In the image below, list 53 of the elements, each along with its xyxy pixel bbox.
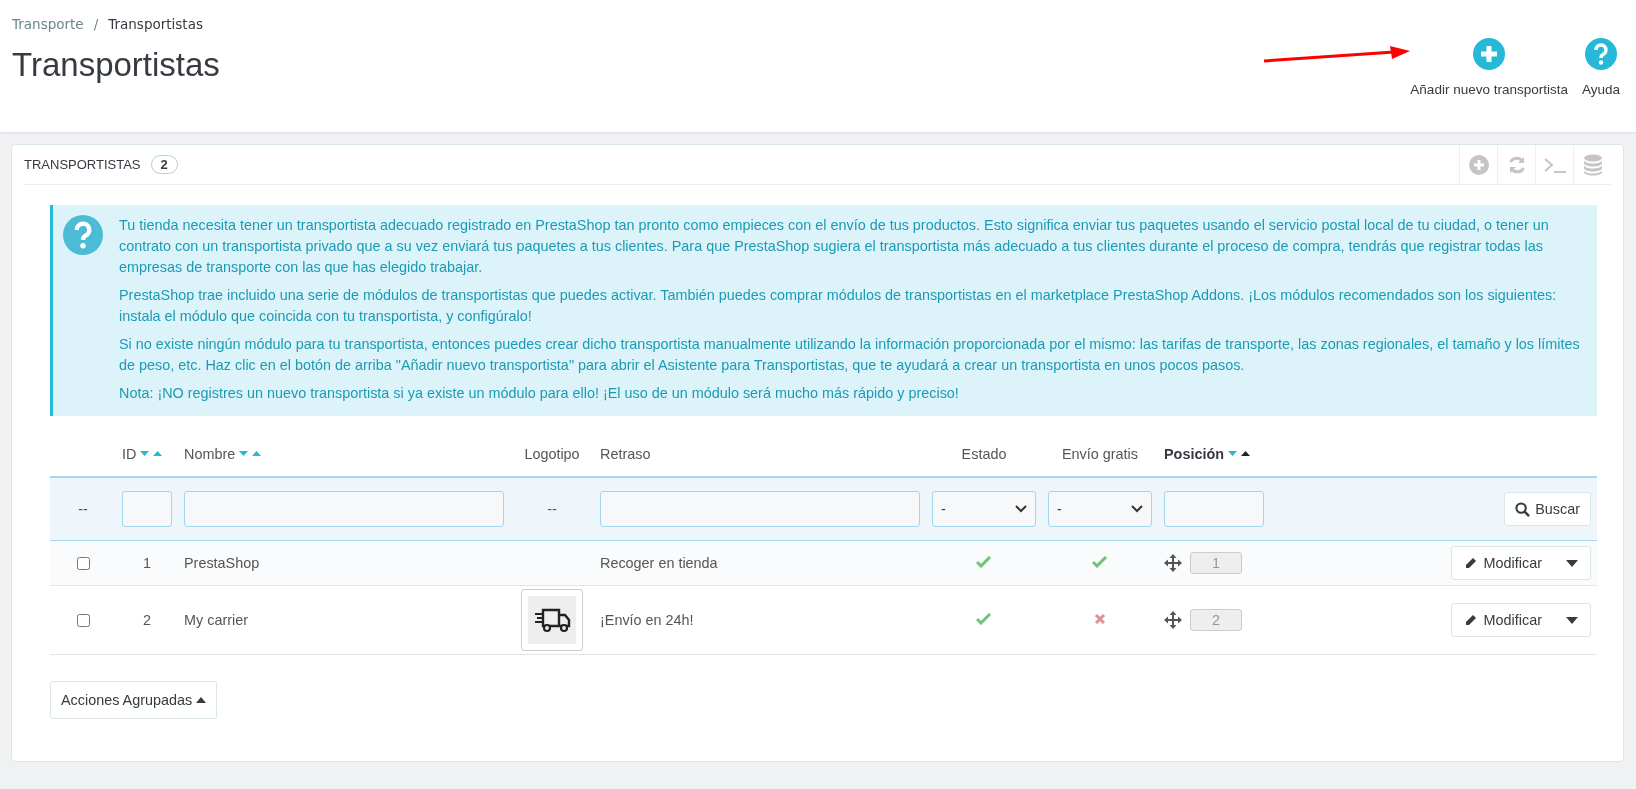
pencil-icon [1463,613,1478,627]
column-header: Estado [961,446,1007,462]
column-header: Retraso [600,446,651,462]
plus-icon [1473,38,1506,70]
pencil-icon [1463,556,1478,570]
empty-filter: -- [78,501,88,517]
filter-field[interactable] [1164,491,1264,527]
search-icon [1515,501,1531,517]
info-paragraph: Tu tienda necesita tener un transportista adecuado registrado en PrestaShop tan pronto como empieces con el envío de tus productos. Esto significa enviar tus paquetes usando el servicio postal local de tu ciudad, o tener un contrato con un transportista privado que a su vez enviará tus paquetes a tus clientes. Para que PrestaShop sugiera el transportista más adecuado a tus clientes durante el proceso de compra, tendrás que registrar todas las empresas de transporte con las que has elegido trabajar. [119,216,1550,277]
delay-cell: Recoger en tienda [600,555,718,571]
breadcrumb-link[interactable]: Transporte [12,16,84,32]
column-header: Envío gratis [1062,446,1138,462]
filter-field[interactable] [600,491,920,527]
modify-button[interactable]: Modificar [1450,603,1591,637]
column-header[interactable]: Nombre [184,446,236,462]
position-badge: 1 [1190,551,1242,574]
page-title: Transportistas [12,46,220,84]
info-paragraph: PrestaShop trae incluido una serie de módulos de transportistas que puedes activar. También puedes comprar módulos de transportistas en el marketplace PrestaShop Addons. ¡Los módulos recomendados son los siguientes: instala el módulo que coincida con tu transportista, y configúralo! [119,286,1558,326]
panel-title: TRANSPORTISTAS [24,157,141,172]
info-paragraph: Si no existe ningún módulo para tu transportista, entonces puedes crear dicho transportista manualmente utilizando la información proporcionada por el mismo: las tarifas de transporte, las zonas regionales, el tamaño y los límites de peso, etc. Haz clic en el botón de arriba "Añadir nuevo transportista" para abrir el Asistente para Transportistas, que te ayudará a crear un transportista en unos pocos pasos. [119,335,1581,375]
modify-button[interactable]: Modificar [1450,546,1591,580]
delay-cell: ¡Envío en 24h! [600,612,694,628]
column-header[interactable]: ID [122,446,137,462]
filter-field[interactable] [184,491,504,527]
row-checkbox[interactable] [77,556,90,570]
help-icon [63,215,103,255]
name-cell: PrestaShop [184,555,260,571]
row-checkbox[interactable] [77,613,90,627]
column-header[interactable]: Posición [1164,446,1224,462]
caret-icon [196,697,207,703]
name-cell: My carrier [184,612,248,628]
chevron-icon [1015,505,1027,513]
position-badge: 2 [1190,608,1242,631]
breadcrumb-separator: / [93,16,99,32]
empty-filter: -- [547,501,557,517]
id-cell: 2 [143,612,151,628]
move-icon[interactable] [1164,553,1182,572]
caret-icon [1566,559,1578,567]
chevron-icon [1131,505,1143,513]
filter-field[interactable] [122,491,172,527]
filter-dropdown[interactable]: - [932,491,1036,527]
help-icon [1584,38,1617,70]
caret-icon [1566,616,1578,624]
move-icon[interactable] [1164,610,1182,629]
help-button[interactable]: Ayuda [1581,38,1620,97]
column-header: Logotipo [524,446,580,462]
bulk-actions-button[interactable]: Acciones Agrupadas [50,681,218,719]
filter-dropdown[interactable]: - [1048,491,1152,527]
search-button[interactable]: Buscar [1504,492,1591,526]
id-cell: 1 [143,555,151,571]
add-carrier-button[interactable]: Añadir nuevo transportista [1410,38,1568,97]
info-paragraph: Nota: ¡NO registres un nuevo transportista si ya existe un módulo para ello! ¡El uso de un módulo será mucho más rápido y preciso! [119,384,960,403]
sort-arrows-icon[interactable] [1228,450,1252,458]
